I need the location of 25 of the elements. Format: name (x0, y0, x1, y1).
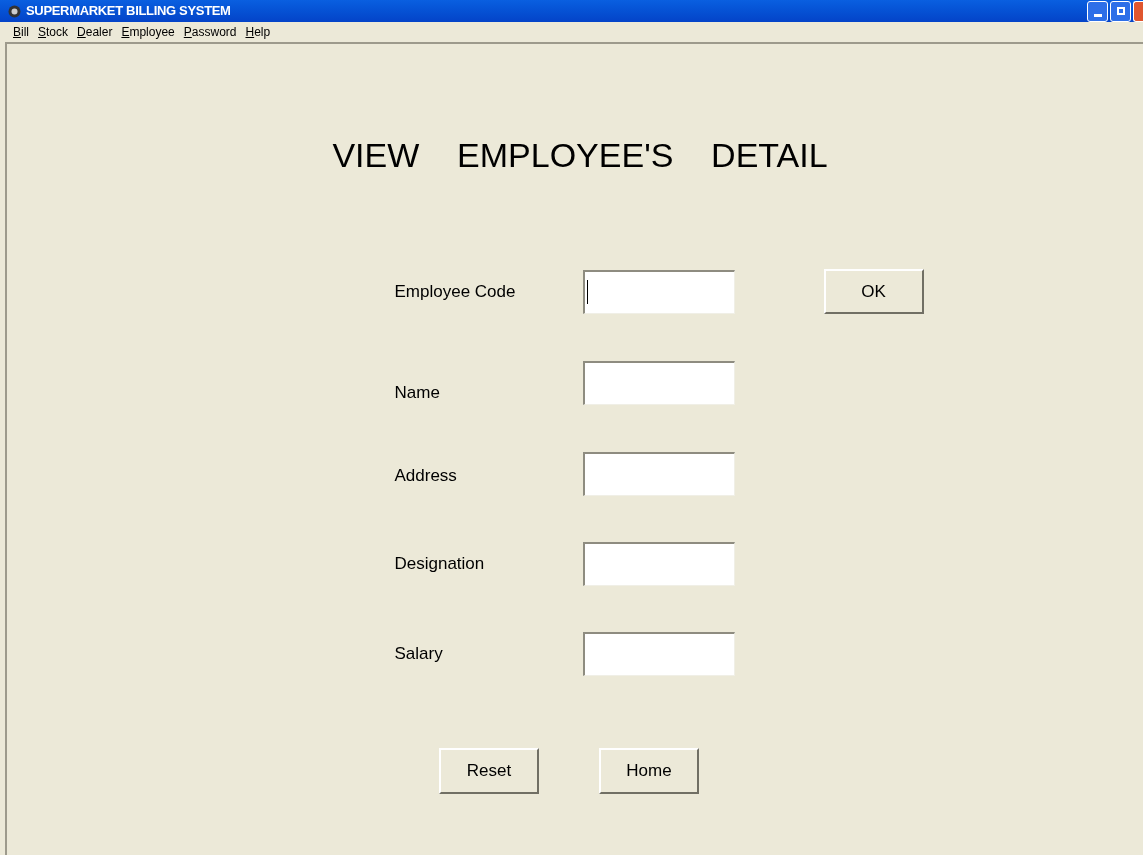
home-button[interactable]: Home (599, 747, 699, 794)
field-label: Salary (394, 642, 444, 665)
ok-button[interactable]: OK (823, 269, 924, 314)
field-label: Designation (394, 552, 486, 575)
field-label: Address (394, 464, 458, 487)
menu-item[interactable]: Stock (38, 23, 69, 41)
menu-item[interactable]: Password (183, 23, 237, 41)
menu-item[interactable]: Dealer (77, 23, 113, 41)
minimize-button[interactable] (1087, 0, 1108, 22)
page-heading: VIEW EMPLOYEE'S DETAIL (332, 135, 828, 176)
input-field[interactable] (582, 269, 735, 314)
field-label: Name (394, 382, 441, 404)
menu-item[interactable]: Help (245, 23, 271, 41)
input-field[interactable] (582, 360, 735, 405)
input-field[interactable] (582, 451, 735, 496)
window-title: SUPERMARKET BILLING SYSTEM (26, 2, 231, 21)
input-field[interactable] (582, 631, 735, 676)
reset-button[interactable]: Reset (439, 747, 539, 794)
menu-item[interactable]: Bill (13, 23, 29, 41)
app-icon (8, 4, 21, 18)
field-label: Employee Code (394, 280, 517, 303)
input-field[interactable] (582, 541, 735, 586)
close-button[interactable] (1133, 0, 1143, 22)
restore-button[interactable] (1110, 0, 1131, 22)
menu-item[interactable]: Employee (121, 23, 175, 41)
